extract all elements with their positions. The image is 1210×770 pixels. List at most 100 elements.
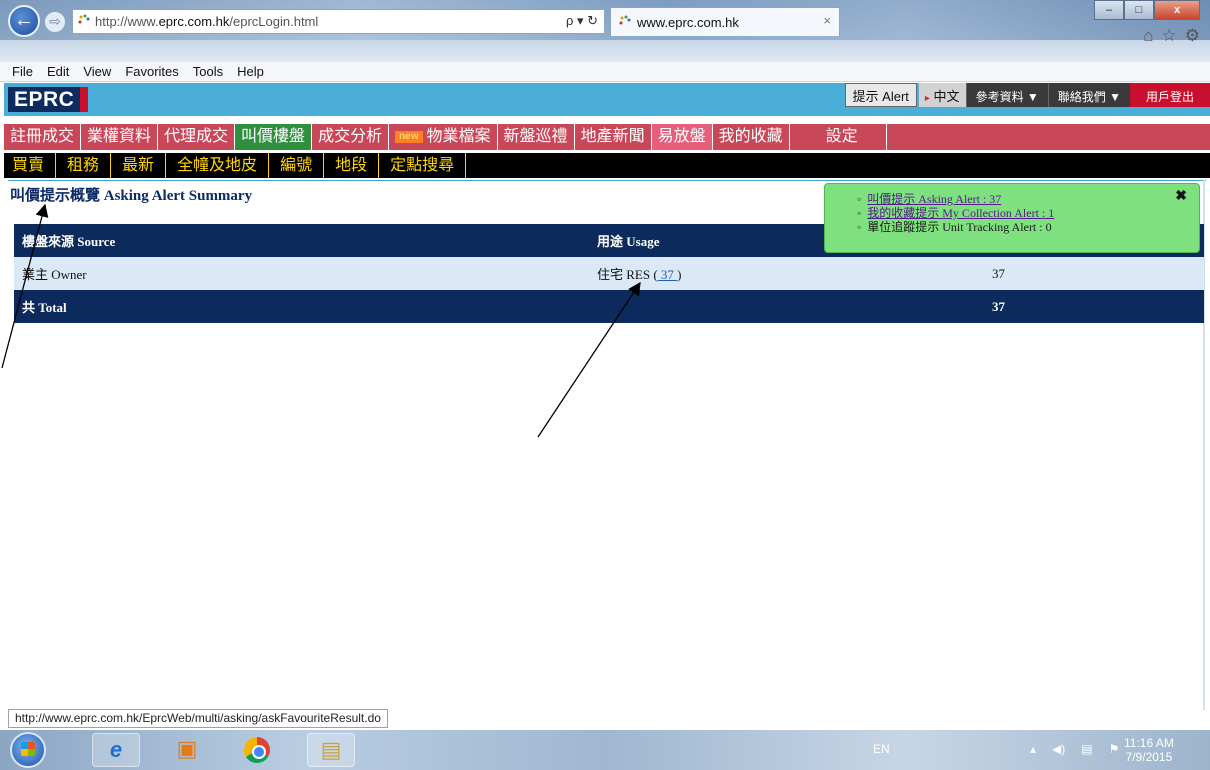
clock-date: 7/9/2015 [1125, 750, 1173, 764]
total-label: 共 Total [22, 300, 67, 315]
language-arrow-icon: ▸ [924, 93, 930, 104]
usage-suffix: ) [677, 267, 682, 282]
nav-property-files[interactable]: new 物業檔案 [389, 124, 498, 150]
alert-item-asking: 叫價提示 Asking Alert : 37 [867, 192, 1199, 206]
nav-property-info[interactable]: 業權資料 [81, 124, 159, 150]
unit-tracking-alert-text: 單位追蹤提示 Unit Tracking Alert : 0 [867, 220, 1052, 234]
subnav-sale[interactable]: 買賣 [4, 153, 57, 178]
clock-time: 11:16 AM [1124, 736, 1174, 750]
system-tray: ▴ ◀) ▤ ⚑ [1030, 742, 1119, 756]
subnav-whole-building-land[interactable]: 全幢及地皮 [166, 153, 270, 178]
maximize-button[interactable]: □ [1124, 0, 1154, 20]
alert-popup: 叫價提示 Asking Alert : 37 我的收藏提示 My Collect… [824, 183, 1200, 253]
back-button[interactable]: ← [8, 5, 40, 37]
menu-bar: File Edit View Favorites Tools Help [0, 62, 1210, 82]
alert-button[interactable]: 提示 Alert [844, 83, 917, 107]
forward-button[interactable]: ⇨ [44, 11, 66, 33]
home-icon[interactable]: ⌂ [1143, 26, 1153, 46]
header-links: 提示 Alert ▸ 中文 參考資料 ▼ 聯絡我們 ▼ 用戶登出 [844, 83, 1210, 107]
show-hidden-icons-icon[interactable]: ▴ [1030, 742, 1036, 756]
nav-asking-listings[interactable]: 叫價樓盤 [235, 124, 313, 150]
nav-property-files-label: 物業檔案 [426, 128, 491, 145]
address-bar[interactable]: http://www. eprc.com.hk/eprcLogin.html ρ … [72, 9, 605, 34]
tab-close-icon[interactable]: × [823, 13, 831, 28]
page-title: 叫價提示概覽 Asking Alert Summary [10, 188, 253, 204]
tab-favicon-icon [619, 15, 631, 25]
cell-usage: 住宅 RES ( 37 ) [589, 257, 991, 290]
subnav-district[interactable]: 地段 [324, 153, 380, 178]
logout-button[interactable]: 用戶登出 [1130, 83, 1210, 107]
sub-nav: 買賣 租務 最新 全幢及地皮 編號 地段 定點搜尋 [4, 153, 1210, 178]
nav-settings[interactable]: 設定 [790, 124, 887, 150]
new-badge: new [395, 131, 423, 143]
windows-logo-icon [21, 742, 35, 756]
total-usage [589, 290, 991, 323]
reference-menu[interactable]: 參考資料 ▼ [965, 83, 1048, 107]
minimize-button[interactable]: – [1094, 0, 1124, 20]
nav-transaction-analysis[interactable]: 成交分析 [312, 124, 390, 150]
popup-close-icon[interactable]: ✖ [1175, 188, 1187, 205]
internet-explorer-taskbar-icon[interactable]: e [92, 733, 140, 767]
network-icon[interactable]: ▤ [1081, 742, 1092, 756]
asking-alert-link[interactable]: 叫價提示 Asking Alert : 37 [867, 192, 1001, 206]
eprc-logo[interactable]: EPRC [8, 87, 89, 112]
table-total-row: 共 Total 37 [14, 290, 1204, 323]
tab-title: www.eprc.com.hk [637, 14, 739, 30]
menu-help[interactable]: Help [237, 64, 264, 79]
usage-count-link[interactable]: 37 [658, 267, 678, 282]
nav-new-developments[interactable]: 新盤巡禮 [498, 124, 575, 150]
total-count: 37 [992, 298, 1005, 314]
cell-source: 業主 Owner [22, 267, 87, 282]
site-favicon-icon [78, 14, 90, 24]
language-switch[interactable]: ▸ 中文 [918, 83, 966, 107]
nav-my-collection[interactable]: 我的收藏 [713, 124, 790, 150]
content-divider [8, 180, 1206, 181]
forward-arrow-icon: ⇨ [49, 13, 61, 29]
search-refresh-icon[interactable]: ρ ▾ ↻ [566, 13, 598, 29]
cell-count: 37 [992, 265, 1005, 281]
subnav-reference-number[interactable]: 編號 [269, 153, 325, 178]
menu-tools[interactable]: Tools [193, 64, 223, 79]
file-explorer-taskbar-icon[interactable]: ▤ [307, 733, 355, 767]
header-source: 樓盤來源 Source [22, 234, 116, 249]
close-window-button[interactable]: x [1154, 0, 1200, 20]
nav-easy-listing[interactable]: 易放盤 [651, 124, 713, 150]
nav-agent-transactions[interactable]: 代理成交 [158, 124, 236, 150]
chrome-taskbar-icon[interactable] [233, 733, 281, 767]
alert-item-unit-tracking: 單位追蹤提示 Unit Tracking Alert : 0 [867, 220, 1199, 234]
volume-icon[interactable]: ◀) [1052, 742, 1065, 756]
status-bar-url: http://www.eprc.com.hk/EprcWeb/multi/ask… [8, 709, 388, 728]
menu-view[interactable]: View [83, 64, 111, 79]
subnav-location-search[interactable]: 定點搜尋 [379, 153, 467, 178]
collection-alert-link[interactable]: 我的收藏提示 My Collection Alert : 1 [867, 206, 1054, 220]
table-row: 業主 Owner 住宅 RES ( 37 ) 37 [14, 257, 1204, 290]
menu-edit[interactable]: Edit [47, 64, 69, 79]
chrome-logo-icon [244, 737, 270, 763]
alert-list: 叫價提示 Asking Alert : 37 我的收藏提示 My Collect… [825, 184, 1199, 234]
subnav-latest[interactable]: 最新 [111, 153, 167, 178]
toolbar-icons: ⌂ ☆ ⚙ [1143, 26, 1200, 46]
browser-tab[interactable]: www.eprc.com.hk × [610, 7, 840, 36]
menu-favorites[interactable]: Favorites [125, 64, 178, 79]
contact-menu[interactable]: 聯絡我們 ▼ [1047, 83, 1130, 107]
address-host: eprc.com.hk [158, 14, 230, 29]
usage-label: 住宅 RES ( [597, 267, 658, 282]
subnav-lease[interactable]: 租務 [56, 153, 112, 178]
alert-item-collection: 我的收藏提示 My Collection Alert : 1 [867, 206, 1199, 220]
media-player-taskbar-icon[interactable]: ▣ [163, 733, 211, 767]
favorites-star-icon[interactable]: ☆ [1162, 26, 1177, 46]
start-button[interactable] [10, 732, 46, 768]
settings-gear-icon[interactable]: ⚙ [1185, 26, 1200, 46]
site-header: EPRC 提示 Alert ▸ 中文 參考資料 ▼ 聯絡我們 ▼ 用戶登出 [4, 83, 1210, 116]
input-language[interactable]: EN [873, 742, 890, 756]
system-clock[interactable]: 11:16 AM 7/9/2015 [1124, 736, 1174, 764]
action-center-flag-icon[interactable]: ⚑ [1109, 742, 1120, 756]
nav-registered-transactions[interactable]: 註冊成交 [4, 124, 82, 150]
language-label: 中文 [933, 89, 960, 104]
address-path: /eprcLogin.html [229, 14, 319, 29]
back-arrow-icon: ← [14, 9, 34, 31]
main-nav: 註冊成交 業權資料 代理成交 叫價樓盤 成交分析 new 物業檔案 新盤巡禮 地產… [4, 124, 1210, 150]
windows-taskbar: e ▣ ▤ EN ▴ ◀) ▤ ⚑ 11:16 AM 7/9/2015 [0, 730, 1210, 770]
menu-file[interactable]: File [12, 64, 33, 79]
nav-property-news[interactable]: 地產新聞 [575, 124, 652, 150]
